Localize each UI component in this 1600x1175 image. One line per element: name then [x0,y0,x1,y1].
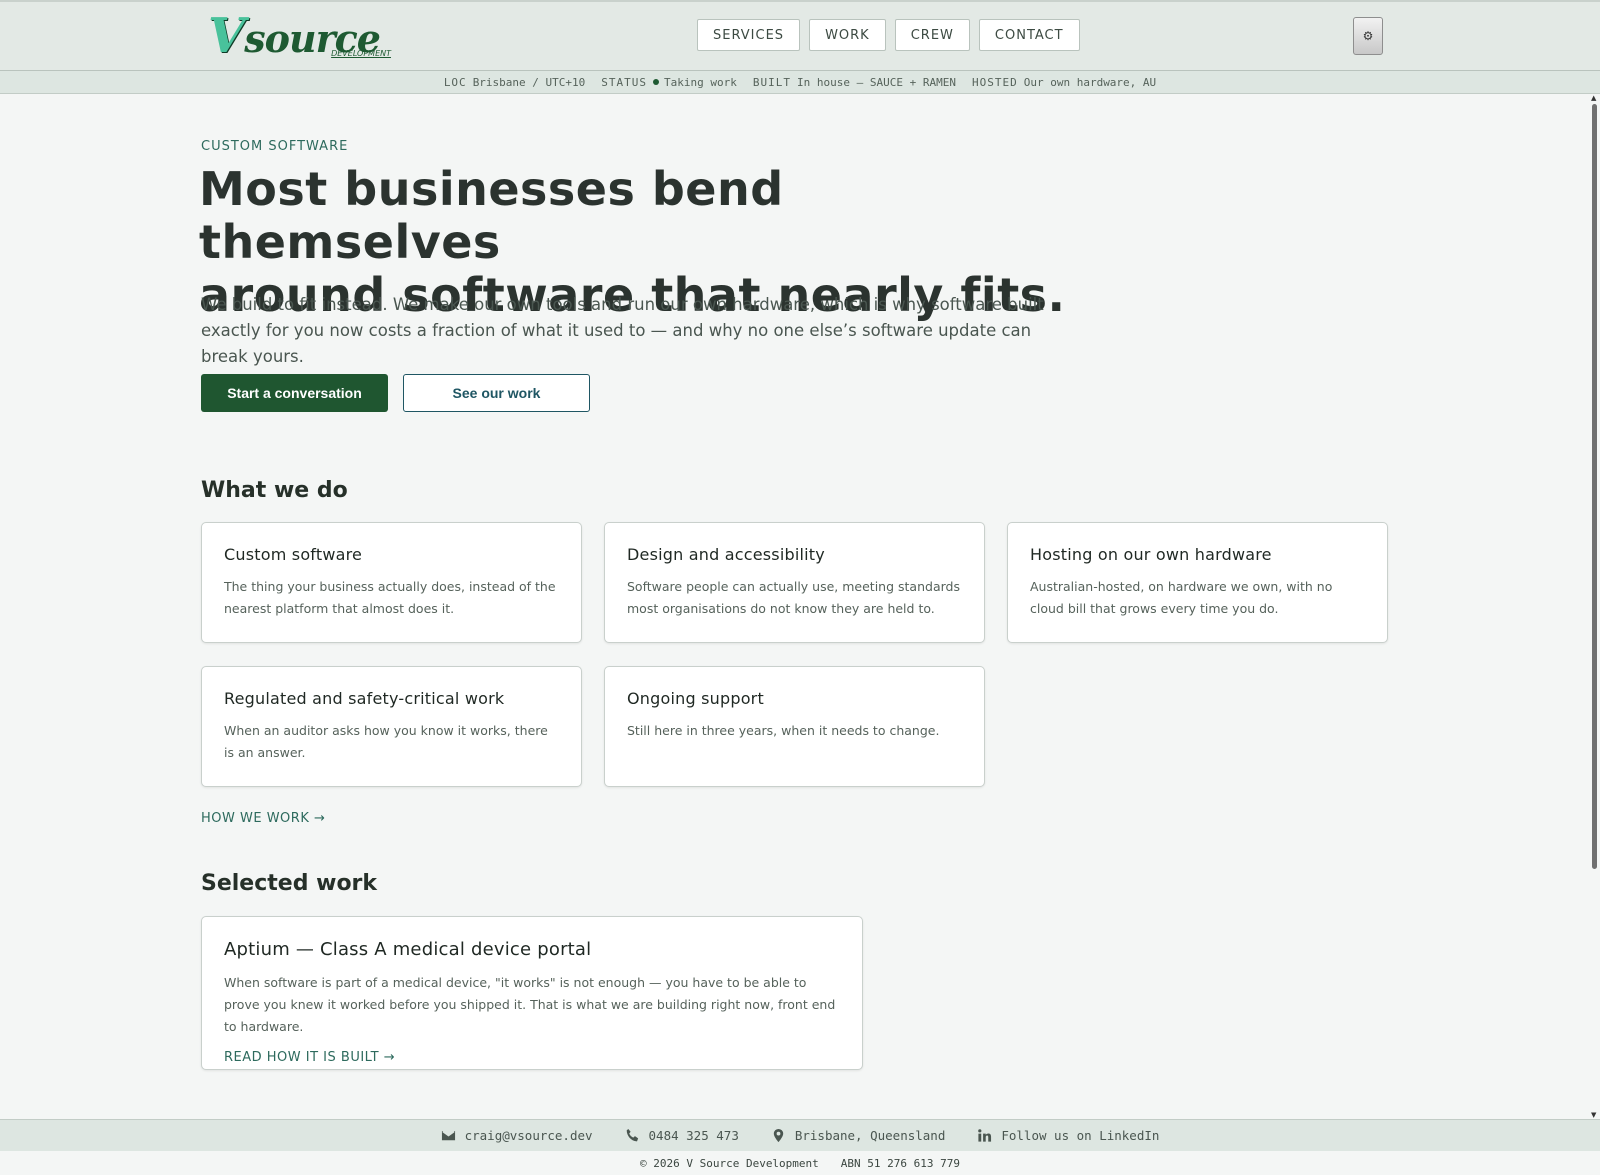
footer-legal: © 2026 V Source Development ABN 51 276 6… [0,1151,1600,1175]
site-header: Vsource DEVELOPMENT SERVICES WORK CREW C… [0,0,1600,71]
status-strip: LOC Brisbane / UTC+10 STATUS Taking work B… [0,71,1600,94]
footer-phone: 0484 325 473 [648,1128,739,1143]
service-title: Hosting on our own hardware [1030,545,1272,564]
status-location: LOC Brisbane / UTC+10 [443,75,586,89]
nav-services[interactable]: SERVICES [697,19,801,51]
copyright-text: © 2026 V Source Development [639,1156,819,1170]
scroll-thumb[interactable] [1592,104,1597,869]
service-card-custom-software: Custom software The thing your business … [201,522,582,643]
status-availability: STATUS Taking work [601,75,737,89]
footer-linkedin: Follow us on LinkedIn [1001,1128,1160,1143]
vsource-logo[interactable]: Vsource DEVELOPMENT [208,8,393,64]
how-we-work-link[interactable]: HOW WE WORK → [201,811,325,826]
footer-location: Brisbane, Queensland [794,1128,946,1143]
theme-toggle-button[interactable]: ⚙ [1353,17,1383,55]
footer-contact-bar: craig@vsource.dev 0484 325 473 Brisbane,… [0,1119,1600,1151]
scroll-down-arrow-icon[interactable]: ▼ [1591,1111,1596,1119]
nav-contact[interactable]: CONTACT [978,19,1080,51]
footer-email-link[interactable]: craig@vsource.dev [441,1128,593,1143]
service-card-hosting: Hosting on our own hardware Australian-h… [1007,522,1388,643]
services-title: What we do [201,478,348,503]
status-dot-icon [653,78,660,85]
service-title: Custom software [224,545,363,564]
service-description: Software people can actually use, meetin… [627,579,960,616]
phone-icon [626,1128,638,1142]
start-conversation-button[interactable]: Start a conversation [201,374,388,412]
status-hosted: HOSTED Our own hardware, AU [971,75,1157,89]
hero-eyebrow: CUSTOM SOFTWARE [201,139,349,154]
work-item-title: Aptium — Class A medical device portal [224,939,592,960]
service-card-design: Design and accessibility Software people… [604,522,985,643]
main-nav: SERVICES WORK CREW CONTACT [697,19,1080,51]
footer-phone-link[interactable]: 0484 325 473 [625,1128,739,1143]
service-description: Still here in three years, when it needs… [627,723,940,738]
status-built: BUILT In house — SAUCE + RAMEN [752,75,956,89]
work-item-description: When software is part of a medical devic… [224,975,836,1034]
nav-work[interactable]: WORK [809,19,886,51]
footer-email: craig@vsource.dev [464,1128,593,1143]
service-title: Ongoing support [627,689,764,708]
service-card-support: Ongoing support Still here in three year… [604,666,985,787]
nav-crew[interactable]: CREW [894,19,970,51]
service-description: When an auditor asks how you know it wor… [224,723,548,760]
abn-text: ABN 51 276 613 779 [840,1156,961,1170]
see-our-work-button[interactable]: See our work [403,374,590,412]
logo-subtitle: DEVELOPMENT [331,49,391,58]
service-description: The thing your business actually does, i… [224,579,556,616]
service-card-regulated: Regulated and safety-critical work When … [201,666,582,787]
footer-location-link[interactable]: Brisbane, Queensland [771,1128,946,1143]
gear-icon: ⚙ [1362,29,1374,43]
service-title: Design and accessibility [627,545,825,564]
linkedin-icon [978,1129,992,1142]
work-card-aptium: Aptium — Class A medical device portal W… [201,916,863,1070]
page-scrollbar[interactable]: ▲ ▼ [1589,94,1600,1119]
work-title: Selected work [201,871,378,896]
scroll-up-arrow-icon[interactable]: ▲ [1591,94,1596,102]
map-pin-icon [773,1128,784,1143]
footer-linkedin-link[interactable]: Follow us on LinkedIn [977,1128,1159,1143]
envelope-icon [441,1130,455,1141]
service-description: Australian-hosted, on hardware we own, w… [1030,579,1333,616]
read-how-built-link[interactable]: READ HOW IT IS BUILT → [224,1050,395,1065]
service-title: Regulated and safety-critical work [224,689,505,708]
hero-lede: We build to fit instead. We make our own… [201,295,1044,366]
logo-wordmark: Vsource [208,8,381,64]
